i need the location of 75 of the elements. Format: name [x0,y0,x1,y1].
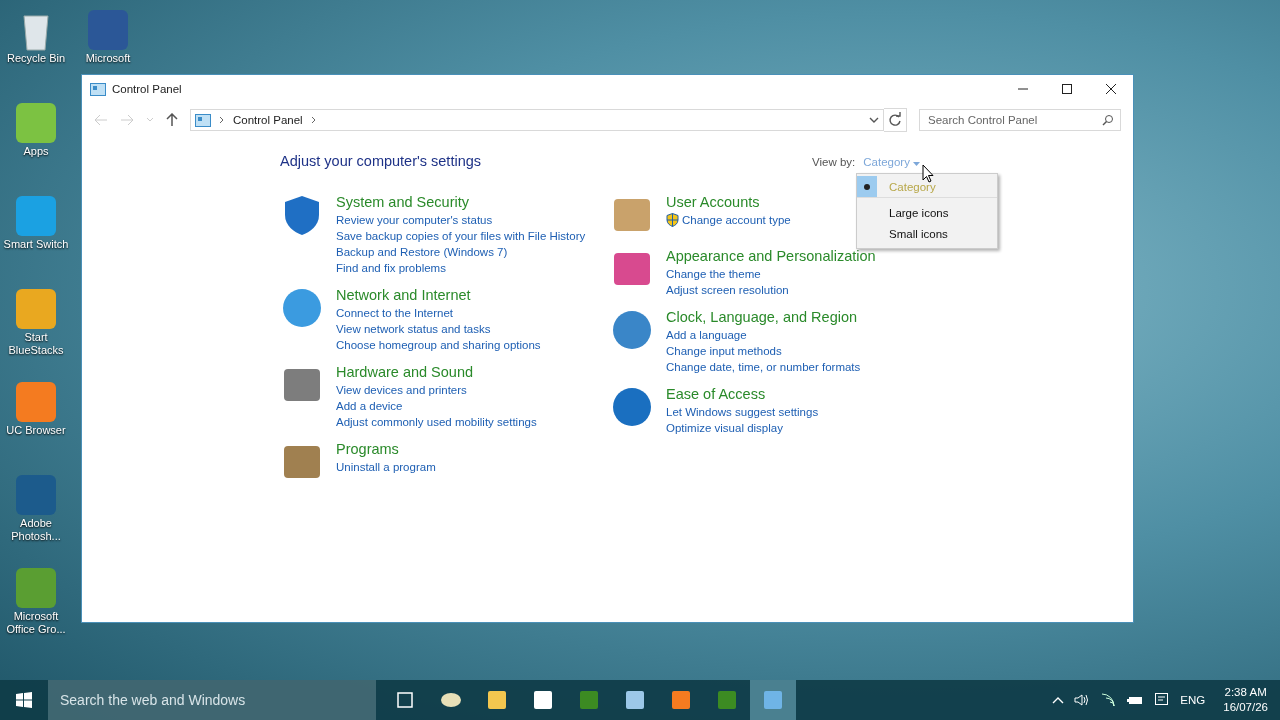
up-arrow-icon[interactable] [166,113,178,127]
app-icon [670,689,692,711]
pointer-icon [922,164,934,183]
desktop-app-icon[interactable] [14,566,58,610]
desktop-icon-label[interactable]: UC Browser [0,424,72,437]
control-panel-icon [195,113,211,127]
app-icon [716,689,738,711]
category-link[interactable]: Clock, Language, and Region [666,308,858,327]
task-link[interactable]: Save backup copies of your files with File History [336,228,586,244]
speaker-icon[interactable] [1074,693,1091,707]
chevron-up-icon[interactable] [1052,696,1065,704]
category-link[interactable]: Appearance and Personalization [666,247,876,266]
task-link[interactable]: View network status and tasks [336,321,491,337]
category-icon[interactable] [280,286,324,330]
task-link[interactable]: Review your computer's status [336,212,493,228]
address-bar[interactable]: Control Panel [190,109,884,131]
app-icon [762,689,784,711]
notification-icon[interactable] [1154,692,1171,708]
language-indicator[interactable]: ENG [1180,694,1206,706]
task-link[interactable]: View devices and printers [336,382,467,398]
task-link[interactable]: Change input methods [666,343,782,359]
menu-option[interactable]: Small icons [857,223,997,244]
category-icon[interactable] [610,308,654,352]
view-by-label: View by: [812,156,856,168]
task-link[interactable]: Adjust screen resolution [666,282,789,298]
app-icon [624,689,646,711]
category-link[interactable]: Hardware and Sound [336,363,474,382]
chevron-right-icon [310,116,317,124]
wifi-icon[interactable] [1100,693,1117,707]
window-title: Control Panel [112,83,182,95]
clock[interactable]: 2:38 AM 16/07/26 [1223,685,1268,715]
category-link[interactable]: User Accounts [666,193,760,212]
refresh-icon[interactable] [884,108,907,132]
task-link[interactable]: Add a language [666,327,747,343]
task-link[interactable]: Connect to the Internet [336,305,453,321]
page-heading: Adjust your computer's settings [280,153,482,169]
desktop-app-icon[interactable] [14,101,58,145]
desktop-icon-label[interactable]: Microsoft [72,52,144,65]
control-panel-icon [90,82,106,96]
desktop-icon-label[interactable]: Recycle Bin [0,52,72,65]
desktop-app-icon[interactable] [14,287,58,331]
caret-icon [913,162,921,166]
desktop-icon-label[interactable]: Microsoft Office Gro... [0,610,72,636]
desktop-icon-label[interactable]: Start BlueStacks [0,331,72,357]
chevron-right-icon [219,116,225,124]
task-link[interactable]: Adjust commonly used mobility settings [336,414,537,430]
task-link[interactable]: Let Windows suggest settings [666,404,819,420]
chevron-down-icon[interactable] [869,116,879,124]
task-link[interactable]: Add a device [336,398,403,414]
task-link[interactable]: Change date, time, or number formats [666,359,861,375]
app-icon [578,689,600,711]
task-link[interactable]: Uninstall a program [336,459,436,475]
category-link[interactable]: Network and Internet [336,286,471,305]
app-icon [486,689,508,711]
search-icon [1102,114,1114,126]
battery-icon[interactable] [1126,694,1145,706]
category-link[interactable]: System and Security [336,193,469,212]
task-link[interactable]: Change account type [682,212,791,228]
menu-option[interactable]: Large icons [857,202,997,223]
bullet-icon [864,183,870,190]
task-link[interactable]: Backup and Restore (Windows 7) [336,244,508,260]
category-icon[interactable] [610,385,654,429]
windows-logo-icon[interactable] [16,692,32,708]
task-link[interactable]: Choose homegroup and sharing options [336,337,541,353]
category-link[interactable]: Ease of Access [666,385,766,404]
task-link[interactable]: Find and fix problems [336,260,446,276]
category-link[interactable]: Programs [336,440,399,459]
app-icon [532,689,554,711]
desktop-icon-label[interactable]: Apps [0,145,72,158]
desktop-icon-label[interactable]: Smart Switch [0,238,72,251]
breadcrumb[interactable]: Control Panel [233,114,303,126]
app-icon [394,689,416,711]
task-link[interactable]: Change the theme [666,266,761,282]
task-link[interactable]: Optimize visual display [666,420,783,436]
desktop-icon-label[interactable]: Adobe Photosh... [0,517,72,543]
